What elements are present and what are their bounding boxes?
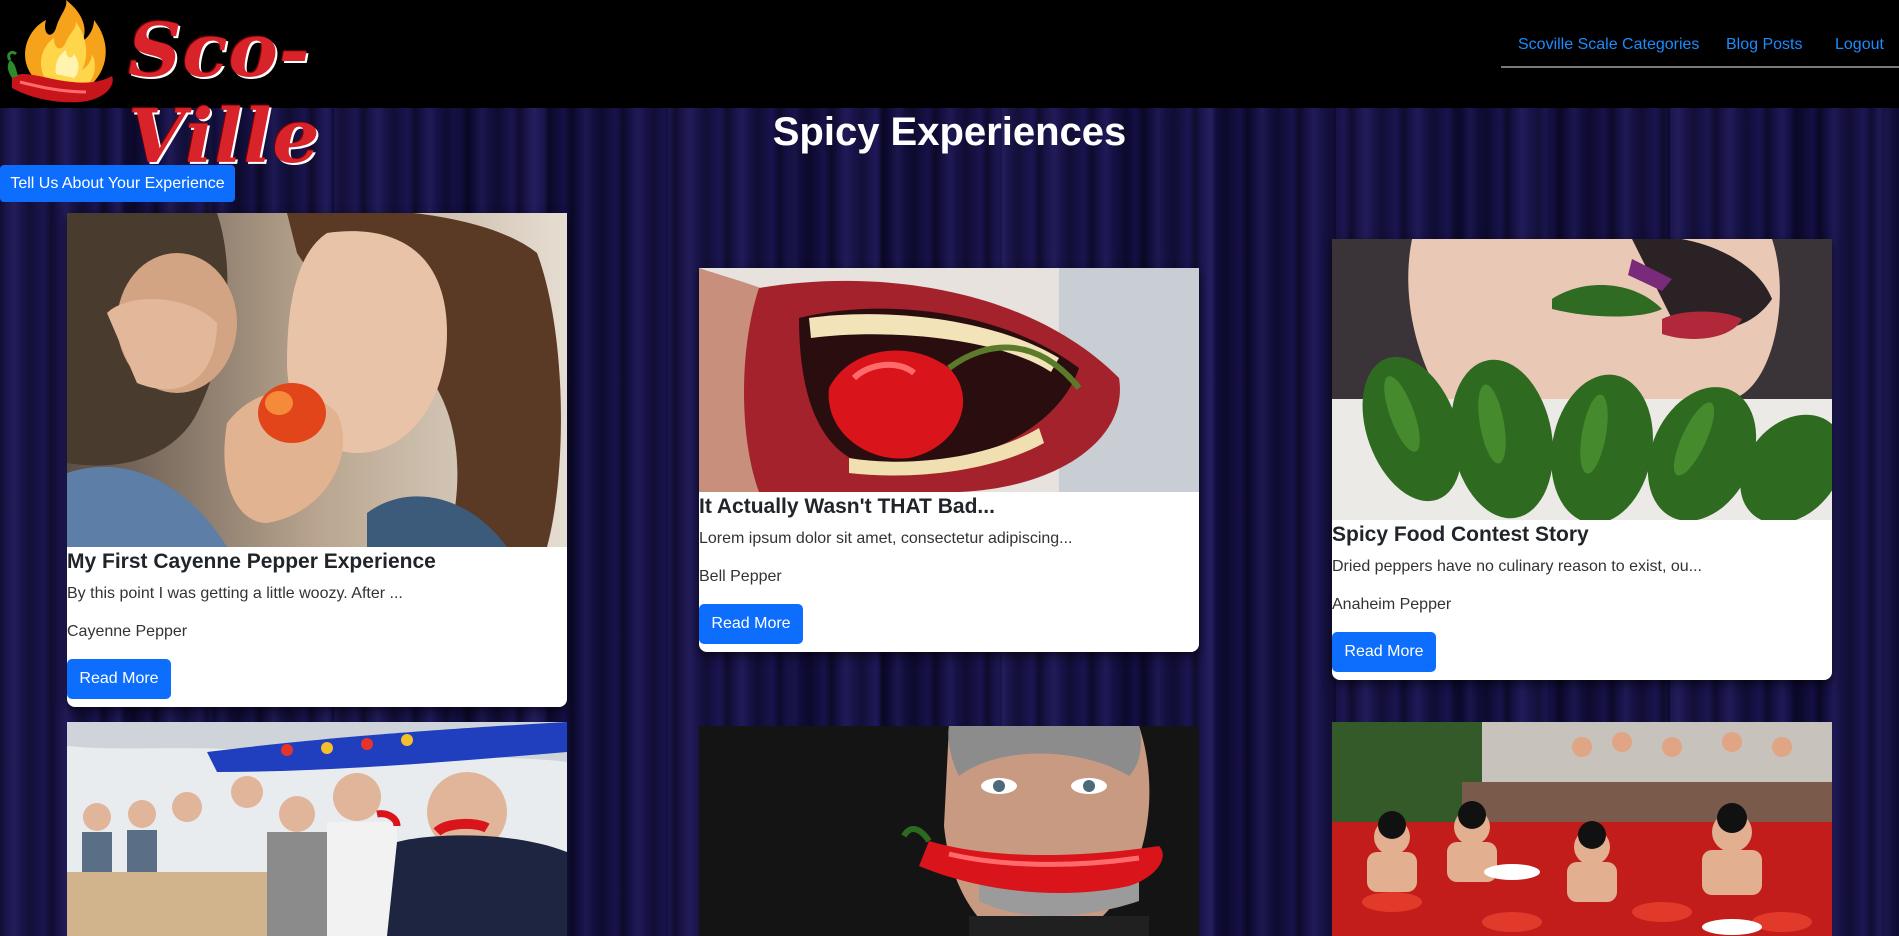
post-title: My First Cayenne Pepper Experience [67,550,436,573]
nav-links: Scoville Scale Categories Blog Posts Log… [1501,36,1899,68]
brand-logo[interactable]: Sco-Ville [6,0,386,180]
post-excerpt: By this point I was getting a little woo… [67,585,403,602]
brand-name: Sco-Ville [128,8,321,180]
navbar: Sco-Ville Scoville Scale Categories Blog… [0,0,1899,180]
post-body: It Actually Wasn't THAT Bad... Lorem ips… [699,492,1199,652]
post-body: My First Cayenne Pepper Experience By th… [67,547,567,707]
post-excerpt: Lorem ipsum dolor sit amet, consectetur … [699,530,1073,547]
post-image [67,722,567,936]
flaming-pepper-icon [7,0,113,103]
post-title: It Actually Wasn't THAT Bad... [699,495,995,518]
post-card: It Actually Wasn't THAT Bad... Lorem ips… [699,268,1199,652]
nav-blog-posts[interactable]: Blog Posts [1726,36,1802,54]
post-image [1332,722,1832,936]
read-more-button[interactable]: Read More [67,659,171,699]
post-image [699,726,1199,936]
post-image [67,213,567,547]
read-more-button[interactable]: Read More [699,604,803,644]
post-card: My First Cayenne Pepper Experience By th… [67,213,567,707]
post-pepper: Anaheim Pepper [1332,596,1452,613]
post-image [699,268,1199,492]
post-body: Spicy Food Contest Story Dried peppers h… [1332,520,1832,680]
post-pepper: Bell Pepper [699,568,782,585]
post-title: Spicy Food Contest Story [1332,523,1589,546]
nav-logout[interactable]: Logout [1835,36,1884,54]
read-more-button[interactable]: Read More [1332,632,1436,672]
post-excerpt: Dried peppers have no culinary reason to… [1332,558,1702,575]
post-pepper: Cayenne Pepper [67,623,188,640]
post-card: Spicy Food Contest Story Dried peppers h… [1332,239,1832,680]
nav-scoville-categories[interactable]: Scoville Scale Categories [1518,36,1699,54]
post-image [1332,239,1832,520]
